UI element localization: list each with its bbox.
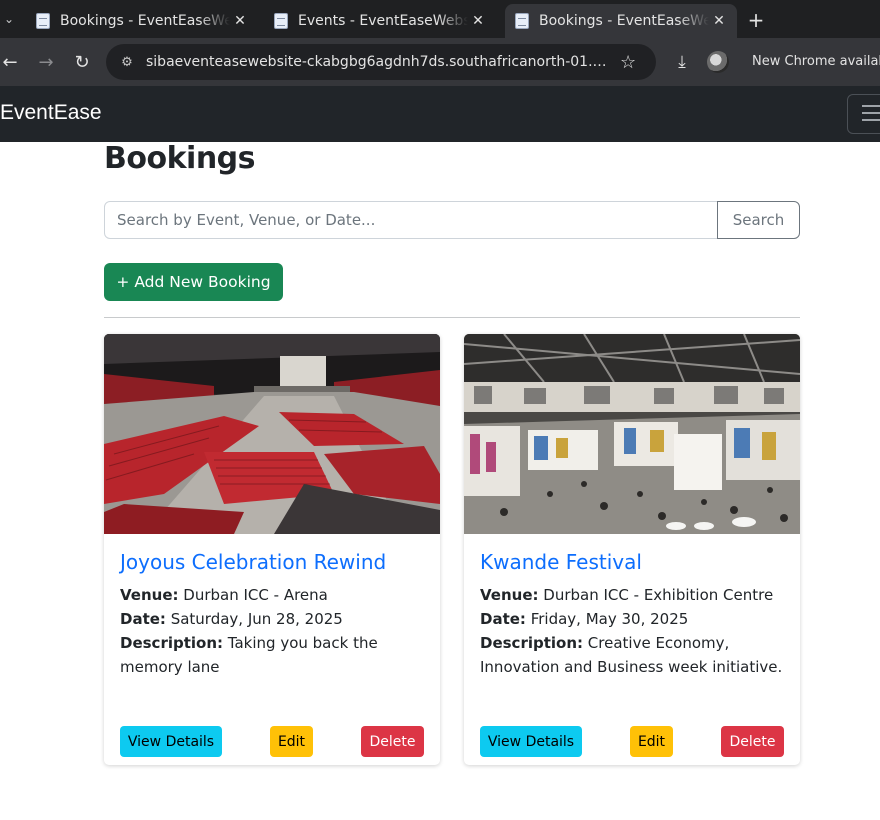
booking-event-title[interactable]: Joyous Celebration Rewind	[120, 547, 428, 577]
delete-button[interactable]: Delete	[721, 726, 784, 757]
booking-date: Date: Saturday, Jun 28, 2025	[120, 607, 428, 631]
booking-card: Joyous Celebration Rewind Venue: Durban …	[104, 334, 440, 765]
browser-tab-bookings-1[interactable]: Bookings - EventEaseWebsite ✕	[26, 4, 258, 38]
address-bar[interactable]: ⚙ sibaeventeasewebsite-ckabgbg6agdnh7ds.…	[106, 44, 656, 80]
search-input[interactable]	[104, 201, 718, 239]
section-divider	[104, 317, 800, 318]
booking-card: Kwande Festival Venue: Durban ICC - Exhi…	[464, 334, 800, 765]
venue-label: Venue:	[480, 586, 539, 604]
edit-button[interactable]: Edit	[270, 726, 313, 757]
edit-button[interactable]: Edit	[630, 726, 673, 757]
brand-logo-text[interactable]: EventEase	[0, 101, 102, 125]
delete-button[interactable]: Delete	[361, 726, 424, 757]
browser-tab-strip: ⌄ Bookings - EventEaseWebsite ✕ Events -…	[0, 0, 880, 38]
site-settings-icon[interactable]: ⚙	[116, 55, 138, 70]
page-favicon-icon	[36, 13, 50, 29]
view-details-button[interactable]: View Details	[120, 726, 222, 757]
venue-label: Venue:	[120, 586, 179, 604]
app-navbar: EventEase	[0, 86, 880, 142]
view-details-button[interactable]: View Details	[480, 726, 582, 757]
booking-event-title[interactable]: Kwande Festival	[480, 547, 788, 577]
add-booking-button[interactable]: + Add New Booking	[104, 263, 283, 301]
arena-seating-photo	[104, 334, 440, 534]
date-value: Friday, May 30, 2025	[530, 610, 689, 628]
back-arrow-icon[interactable]: ←	[0, 50, 22, 74]
forward-arrow-icon[interactable]: →	[34, 50, 58, 74]
booking-venue: Venue: Durban ICC - Arena	[120, 583, 428, 607]
tab-title: Bookings - EventEaseWebsite	[539, 13, 709, 29]
exhibition-hall-photo	[464, 334, 800, 534]
venue-value: Durban ICC - Exhibition Centre	[543, 586, 774, 604]
card-body: Kwande Festival Venue: Durban ICC - Exhi…	[480, 547, 788, 679]
tab-close-icon[interactable]: ✕	[230, 13, 250, 29]
browser-tab-events[interactable]: Events - EventEaseWebsite ✕	[264, 4, 496, 38]
card-body: Joyous Celebration Rewind Venue: Durban …	[120, 547, 428, 679]
tab-title: Events - EventEaseWebsite	[298, 13, 468, 29]
address-url[interactable]: sibaeventeasewebsite-ckabgbg6agdnh7ds.so…	[146, 54, 610, 70]
date-value: Saturday, Jun 28, 2025	[170, 610, 343, 628]
date-label: Date:	[480, 610, 526, 628]
booking-description: Description: Taking you back the memory …	[120, 631, 428, 679]
chrome-update-notice[interactable]: New Chrome available	[752, 54, 880, 69]
tab-search-chevron-icon[interactable]: ⌄	[0, 8, 18, 30]
page-favicon-icon	[515, 13, 529, 29]
page-title: Bookings	[104, 141, 256, 176]
download-icon[interactable]: ⤓	[670, 50, 694, 74]
tab-close-icon[interactable]: ✕	[709, 13, 729, 29]
page-favicon-icon	[274, 13, 288, 29]
booking-date: Date: Friday, May 30, 2025	[480, 607, 788, 631]
search-button[interactable]: Search	[717, 201, 800, 239]
booking-venue: Venue: Durban ICC - Exhibition Centre	[480, 583, 788, 607]
tab-close-icon[interactable]: ✕	[468, 13, 488, 29]
tab-title: Bookings - EventEaseWebsite	[60, 13, 230, 29]
new-tab-plus-icon[interactable]: +	[744, 8, 768, 32]
description-label: Description:	[120, 634, 224, 652]
venue-value: Durban ICC - Arena	[183, 586, 328, 604]
booking-description: Description: Creative Economy, Innovatio…	[480, 631, 788, 679]
description-label: Description:	[480, 634, 584, 652]
browser-tab-bookings-active[interactable]: Bookings - EventEaseWebsite ✕	[505, 4, 737, 38]
date-label: Date:	[120, 610, 166, 628]
profile-avatar[interactable]	[707, 51, 729, 73]
bookmark-star-icon[interactable]: ☆	[620, 52, 636, 73]
hamburger-menu-icon	[862, 105, 880, 123]
browser-toolbar: ← → ↻ ⚙ sibaeventeasewebsite-ckabgbg6agd…	[0, 38, 880, 86]
reload-icon[interactable]: ↻	[70, 50, 94, 74]
